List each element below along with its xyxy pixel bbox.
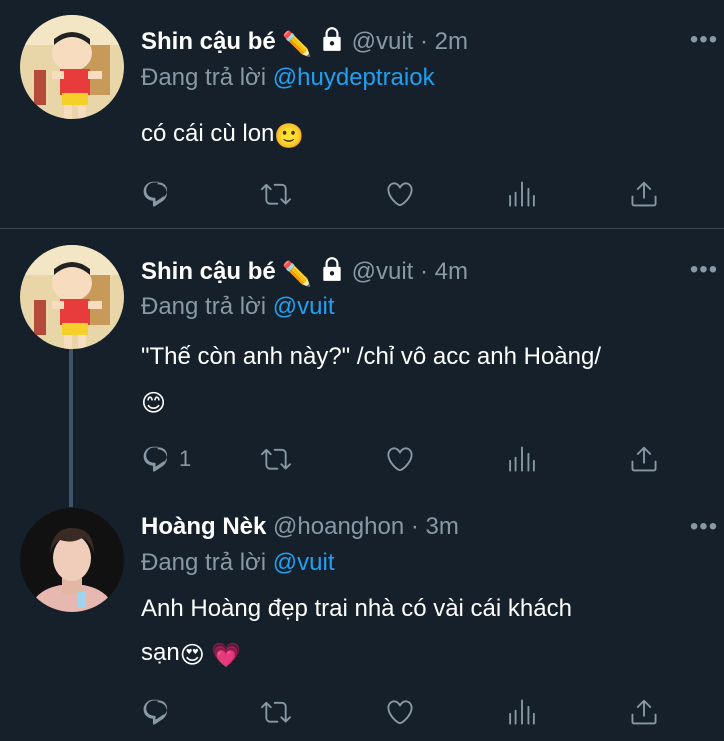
tweet-text-content: Anh Hoàng đẹp trai nhà có vài cái khách — [141, 595, 572, 622]
retweet-icon — [261, 448, 291, 470]
handle[interactable]: @vuit — [352, 28, 414, 55]
reply-button[interactable]: 1 — [141, 442, 191, 476]
tweet-header: Hoàng Nèk @hoanghon · 3m — [141, 513, 459, 541]
analytics-button[interactable] — [507, 442, 537, 476]
pencil-emoji: ✏️ — [282, 31, 313, 58]
tweet-text-content-2: sạn — [141, 639, 180, 666]
analytics-button[interactable] — [507, 695, 537, 729]
reply-prefix: Đang trả lời — [141, 293, 267, 320]
timestamp[interactable]: 4m — [435, 258, 468, 285]
tweet-1[interactable]: Shin cậu bé ✏️ @vuit · 2m ••• Đang trả l… — [0, 0, 724, 228]
reply-context: Đang trả lời @vuit — [141, 293, 335, 321]
share-button[interactable] — [629, 695, 659, 729]
tweet-text-content: có cái cù lon — [141, 120, 275, 147]
analytics-icon — [509, 446, 535, 472]
tweet-3[interactable]: Hoàng Nèk @hoanghon · 3m ••• Đang trả lờ… — [0, 491, 724, 741]
analytics-icon — [509, 699, 535, 725]
reply-button[interactable] — [141, 695, 179, 729]
reply-icon — [143, 699, 168, 725]
timestamp[interactable]: 2m — [435, 28, 468, 55]
display-name[interactable]: Shin cậu bé — [141, 28, 276, 55]
heart-eyes-emoji: 😍 — [179, 642, 205, 669]
retweet-button[interactable] — [261, 442, 291, 476]
tweet-2[interactable]: Shin cậu bé ✏️ @vuit · 4m ••• Đang trả l… — [0, 229, 724, 491]
reply-icon — [143, 181, 168, 207]
retweet-icon — [261, 183, 291, 205]
reply-mention[interactable]: @huydeptraiok — [273, 64, 435, 91]
reply-count: 1 — [179, 446, 192, 471]
slight-smile-emoji: 🙂 — [274, 123, 305, 150]
reply-context: Đang trả lời @huydeptraiok — [141, 64, 435, 92]
more-options-icon[interactable]: ••• — [684, 513, 724, 541]
reply-mention[interactable]: @vuit — [273, 549, 335, 576]
reply-button[interactable] — [141, 177, 179, 211]
timestamp[interactable]: 3m — [426, 513, 459, 540]
analytics-icon — [509, 181, 535, 207]
analytics-button[interactable] — [507, 177, 537, 211]
tweet-actions — [141, 177, 681, 211]
retweet-button[interactable] — [261, 695, 291, 729]
share-button[interactable] — [629, 442, 659, 476]
reply-context: Đang trả lời @vuit — [141, 549, 335, 577]
retweet-button[interactable] — [261, 177, 291, 211]
share-icon — [631, 181, 657, 207]
handle[interactable]: @hoanghon — [273, 513, 404, 540]
tweet-header: Shin cậu bé ✏️ @vuit · 4m — [141, 256, 468, 289]
display-name[interactable]: Hoàng Nèk — [141, 513, 266, 540]
retweet-icon — [261, 701, 291, 723]
like-button[interactable] — [385, 442, 415, 476]
heart-icon — [387, 182, 413, 207]
tweet-actions — [141, 695, 681, 729]
like-button[interactable] — [385, 695, 415, 729]
tweet-text-content: "Thế còn anh này?" /chỉ vô acc anh Hoàng… — [141, 343, 601, 370]
avatar-shin[interactable] — [20, 245, 124, 349]
share-icon — [631, 699, 657, 725]
more-options-icon[interactable]: ••• — [684, 26, 724, 54]
like-button[interactable] — [385, 177, 415, 211]
reply-prefix: Đang trả lời — [141, 549, 267, 576]
tweet-actions: 1 — [141, 442, 681, 476]
blush-emoji: 😊 — [141, 390, 167, 417]
share-icon — [631, 446, 657, 472]
avatar-shin[interactable] — [20, 15, 124, 119]
thread-line — [69, 347, 73, 491]
avatar-hoang[interactable] — [20, 508, 124, 612]
reply-icon — [143, 446, 168, 472]
tweet-text: có cái cù lon🙂 — [141, 112, 711, 159]
share-button[interactable] — [629, 177, 659, 211]
tweet-header: Shin cậu bé ✏️ @vuit · 2m — [141, 26, 468, 59]
heart-icon — [387, 447, 413, 472]
reply-prefix: Đang trả lời — [141, 64, 267, 91]
heart-icon — [387, 700, 413, 725]
thread-line-top — [69, 491, 73, 507]
separator: · — [410, 513, 419, 540]
separator: · — [420, 28, 428, 55]
reply-mention[interactable]: @vuit — [273, 293, 335, 320]
separator: · — [420, 258, 428, 285]
tweet-text: Anh Hoàng đẹp trai nhà có vài cái khách … — [141, 587, 711, 678]
pink-heart-emoji: 💗 — [211, 642, 242, 669]
display-name[interactable]: Shin cậu bé — [141, 258, 276, 285]
more-options-icon[interactable]: ••• — [684, 256, 724, 284]
lock-icon — [319, 256, 345, 289]
lock-icon — [319, 26, 345, 59]
handle[interactable]: @vuit — [352, 258, 414, 285]
tweet-text: "Thế còn anh này?" /chỉ vô acc anh Hoàng… — [141, 335, 711, 426]
pencil-emoji: ✏️ — [282, 261, 313, 288]
